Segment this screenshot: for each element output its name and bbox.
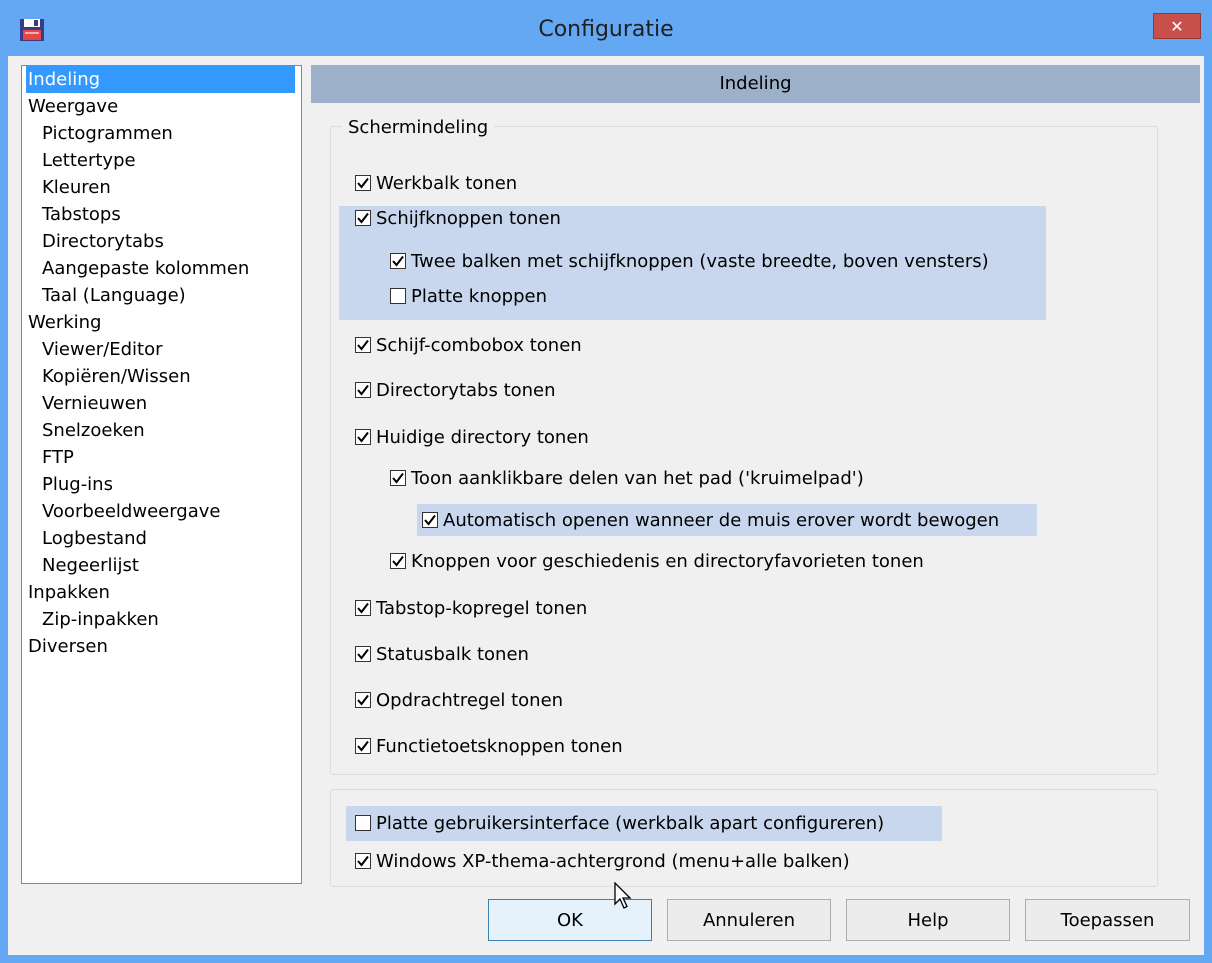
schermindeling-group-label: Schermindeling [342,118,495,138]
tree-item-logbestand[interactable]: Logbestand [42,525,147,552]
checkbox-box[interactable] [355,815,371,831]
tree-item-vernieuwen[interactable]: Vernieuwen [42,390,147,417]
panel-header: Indeling [311,65,1200,103]
checkbox-xp-thema[interactable]: Windows XP-thema-achtergrond (menu+alle … [355,848,850,874]
checkbox-box[interactable] [355,210,371,226]
tree-item-diversen[interactable]: Diversen [28,633,108,660]
checkbox-box[interactable] [390,470,406,486]
checkmark-icon [424,514,436,526]
checkbox-label: Statusbalk tonen [376,643,529,665]
checkbox-label: Huidige directory tonen [376,426,589,448]
checkbox-label: Toon aanklikbare delen van het pad ('kru… [411,467,864,489]
tree-item-ftp[interactable]: FTP [42,444,74,471]
tree-item-voorbeeldweergave[interactable]: Voorbeeldweergave [42,498,220,525]
checkbox-functietoetsknoppen[interactable]: Functietoetsknoppen tonen [355,733,623,759]
tree-item-kleuren[interactable]: Kleuren [42,174,111,201]
tree-item-viewer-editor[interactable]: Viewer/Editor [42,336,163,363]
checkbox-label: Platte gebruikersinterface (werkbalk apa… [376,812,885,834]
checkbox-platte-knoppen[interactable]: Platte knoppen [390,283,547,309]
checkbox-box[interactable] [355,853,371,869]
close-icon: ✕ [1170,16,1184,36]
checkmark-icon [357,212,369,224]
checkbox-box[interactable] [422,512,438,528]
checkmark-icon [357,740,369,752]
checkbox-box[interactable] [355,382,371,398]
checkbox-opdrachtregel[interactable]: Opdrachtregel tonen [355,687,563,713]
tree-item-tabstops[interactable]: Tabstops [42,201,121,228]
tree-item-directorytabs[interactable]: Directorytabs [42,228,164,255]
checkbox-label: Knoppen voor geschiedenis en directoryfa… [411,550,924,572]
checkbox-label: Schijfknoppen tonen [376,207,561,229]
checkmark-icon [392,555,404,567]
checkbox-statusbalk[interactable]: Statusbalk tonen [355,641,529,667]
checkbox-box[interactable] [355,646,371,662]
checkbox-label: Twee balken met schijfknoppen (vaste bre… [411,250,989,272]
checkbox-label: Werkbalk tonen [376,172,518,194]
checkmark-icon [357,648,369,660]
dialog-client: Indeling Weergave Pictogrammen Lettertyp… [8,56,1204,955]
checkbox-twee-balken[interactable]: Twee balken met schijfknoppen (vaste bre… [390,248,989,274]
checkbox-directorytabs-tonen[interactable]: Directorytabs tonen [355,377,556,403]
checkbox-kruimelpad[interactable]: Toon aanklikbare delen van het pad ('kru… [390,465,864,491]
checkbox-label: Windows XP-thema-achtergrond (menu+alle … [376,850,850,872]
checkbox-box[interactable] [390,253,406,269]
checkbox-platte-gebruikersinterface[interactable]: Platte gebruikersinterface (werkbalk apa… [355,810,884,836]
tree-item-zip-inpakken[interactable]: Zip-inpakken [42,606,159,633]
close-button[interactable]: ✕ [1153,13,1201,39]
tree-item-pictogrammen[interactable]: Pictogrammen [42,120,173,147]
checkbox-box[interactable] [355,692,371,708]
checkmark-icon [392,255,404,267]
checkbox-label: Tabstop-kopregel tonen [376,597,588,619]
mouse-pointer-icon [614,882,632,909]
checkmark-icon [357,855,369,867]
checkmark-icon [357,694,369,706]
checkbox-label: Schijf-combobox tonen [376,334,582,356]
tree-item-indeling[interactable]: Indeling [26,66,295,93]
category-tree[interactable]: Indeling Weergave Pictogrammen Lettertyp… [21,65,302,884]
checkbox-label: Directorytabs tonen [376,379,556,401]
checkbox-box[interactable] [355,175,371,191]
window-title: Configuratie [538,17,674,42]
help-button[interactable]: Help [846,899,1010,941]
title-bar[interactable]: Configuratie ✕ [0,0,1212,56]
tree-item-werking[interactable]: Werking [28,309,101,336]
checkmark-icon [357,602,369,614]
checkbox-schijfknoppen-tonen[interactable]: Schijfknoppen tonen [355,205,561,231]
checkmark-icon [357,384,369,396]
checkbox-werkbalk-tonen[interactable]: Werkbalk tonen [355,170,517,196]
tree-item-lettertype[interactable]: Lettertype [42,147,136,174]
checkbox-label: Functietoetsknoppen tonen [376,735,623,757]
checkbox-box[interactable] [355,429,371,445]
checkmark-icon [357,431,369,443]
tree-item-taal[interactable]: Taal (Language) [42,282,186,309]
checkbox-label: Platte knoppen [411,285,547,307]
checkbox-box[interactable] [355,738,371,754]
tree-item-snelzoeken[interactable]: Snelzoeken [42,417,145,444]
checkmark-icon [357,177,369,189]
checkbox-label: Opdrachtregel tonen [376,689,564,711]
cancel-button[interactable]: Annuleren [667,899,831,941]
checkbox-box[interactable] [355,337,371,353]
tree-item-inpakken[interactable]: Inpakken [28,579,110,606]
tree-item-negeerlijst[interactable]: Negeerlijst [42,552,139,579]
tree-item-weergave[interactable]: Weergave [28,93,118,120]
checkbox-box[interactable] [390,553,406,569]
tree-item-aangepaste-kolommen[interactable]: Aangepaste kolommen [42,255,249,282]
tree-item-plug-ins[interactable]: Plug-ins [42,471,113,498]
tree-item-kopieren-wissen[interactable]: Kopiëren/Wissen [42,363,191,390]
checkbox-label: Automatisch openen wanneer de muis erove… [443,509,1000,531]
config-window: Configuratie ✕ Indeling Weergave Pictogr… [0,0,1212,963]
checkbox-schijf-combobox[interactable]: Schijf-combobox tonen [355,332,582,358]
checkbox-box[interactable] [390,288,406,304]
checkmark-icon [357,339,369,351]
checkmark-icon [392,472,404,484]
checkbox-tabstop-kopregel[interactable]: Tabstop-kopregel tonen [355,595,587,621]
checkbox-automatisch-openen[interactable]: Automatisch openen wanneer de muis erove… [422,507,999,533]
checkbox-huidige-directory[interactable]: Huidige directory tonen [355,424,589,450]
checkbox-knoppen-geschiedenis[interactable]: Knoppen voor geschiedenis en directoryfa… [390,548,924,574]
checkbox-box[interactable] [355,600,371,616]
apply-button[interactable]: Toepassen [1025,899,1190,941]
